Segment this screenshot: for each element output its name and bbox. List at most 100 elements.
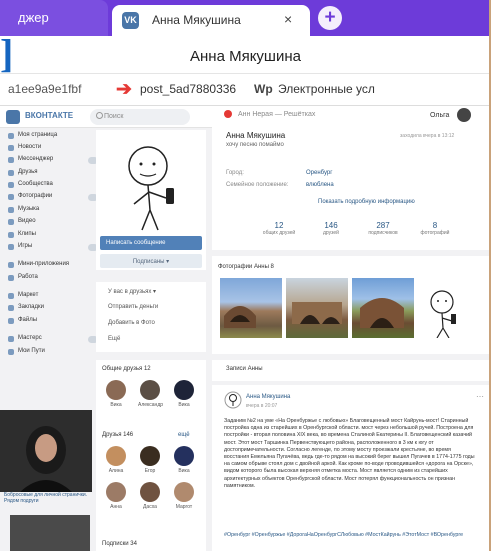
tab-active[interactable]: VK Анна Мякушина × [112,5,310,36]
sidebar-item-label: Мини-приложения [18,261,70,267]
common-friends-title[interactable]: Общие друзья 12 [102,366,151,372]
avatar[interactable] [224,391,242,409]
close-icon[interactable]: × [284,11,292,27]
sidebar-item-label: Игры [18,243,33,249]
bookmark-electronic[interactable]: Электронные усл [278,82,375,96]
bridge-image [292,302,342,324]
photo-thumb-1[interactable] [220,278,282,338]
friend-name[interactable]: Вика [172,402,196,408]
avatar[interactable] [174,380,194,400]
avatar[interactable] [140,380,160,400]
photo-thumb-3[interactable] [352,278,414,338]
relationship-value[interactable]: влюблена [306,182,334,188]
counter-label: друзей [323,230,339,236]
left-photo-2[interactable] [10,515,90,551]
arrow-right-icon: ➔ [116,79,132,100]
friends-more-link[interactable]: ещё [178,432,190,438]
subscribed-button[interactable]: Подписаны ▾ [100,254,202,268]
bookmark-hash[interactable]: a1ee9a9e1fbf [8,82,81,96]
counter-label: фотографий [420,230,450,236]
city-value[interactable]: Оренбург [306,170,332,176]
bridge-image [360,298,404,328]
friend-name[interactable]: Вика [172,468,196,474]
vk-logo-icon[interactable] [6,110,20,124]
menu-item-icon [8,194,14,200]
add-photo-action[interactable]: Добавить в Фото [108,320,155,326]
sidebar-item-label: Фотографии [18,193,53,199]
sidebar-item-label: Мастерс [18,335,42,341]
more-action[interactable]: Ещё [108,336,120,342]
friend-name[interactable]: Маргот [172,504,196,510]
search-input[interactable]: Поиск [90,109,190,125]
post-date[interactable]: вчера в 20:07 [246,403,277,409]
sidebar-item-label: Мои Пути [18,348,45,354]
friend-name[interactable]: Алина [104,468,128,474]
avatar[interactable] [140,482,160,502]
portrait-image [20,426,72,492]
sidebar-item-label: Маркет [18,292,39,298]
photo-thumb-2[interactable] [286,278,348,338]
avatar[interactable] [457,108,471,122]
notification-icon[interactable] [224,110,232,118]
audio-player[interactable]: Анн Нерая — Решётках [238,111,315,118]
menu-item-icon [8,145,14,151]
online-status: заходила вчера в 13:12 [400,133,455,139]
friend-name[interactable]: Егор [138,468,162,474]
left-photo-portrait[interactable] [0,410,92,492]
avatar[interactable] [140,446,160,466]
send-message-button[interactable]: Написать сообщение [100,236,202,250]
search-icon [96,112,103,119]
counter-label: общих друзей [262,230,296,236]
friend-name[interactable]: Дасха [138,504,162,510]
tab-title: Анна Мякушина [152,13,241,27]
user-menu-name[interactable]: Ольга [430,112,449,119]
tab-previous[interactable]: джер [0,0,108,36]
menu-item-icon [8,305,14,311]
photo-thumb-4[interactable] [418,278,472,339]
post-hashtags[interactable]: #Оренбург #Оренбуржье #ДорогаНаОренбургС… [224,532,476,539]
sidebar-item-label: Работа [18,274,38,280]
counter-value: 12 [274,221,284,230]
new-tab-button[interactable]: + [318,6,342,30]
friend-name[interactable]: Александр [138,402,163,408]
avatar[interactable] [174,482,194,502]
friend-name[interactable]: Анна [104,504,128,510]
avatar[interactable] [106,446,126,466]
friend-name[interactable]: Вика [104,402,128,408]
wall-title[interactable]: Записи Анны [226,366,263,372]
bookmark-post[interactable]: post_5ad7880336 [140,82,236,96]
avatar-stickman-drawing [128,146,174,231]
counter-value: 287 [376,221,390,230]
stickman-image [430,290,456,339]
sidebar-item-label: Клипы [18,231,36,237]
left-photo-caption[interactable]: Бобросовые для личной странички. Рядом п… [4,492,90,504]
sidebar-item-label: Музыка [18,206,40,212]
bridge-image [224,306,256,328]
menu-item-icon [8,318,14,324]
profile-name: Анна Мякушина [226,131,286,140]
post-author[interactable]: Анна Мякушина [246,394,290,400]
friends-title[interactable]: Друзья 146 [102,432,133,438]
relationship-label: Семейное положение: [226,182,289,188]
vk-brand[interactable]: ВКОНТАКТЕ [25,111,73,120]
subscriptions-title[interactable]: Подписки 34 [102,541,137,547]
post-menu-icon[interactable]: ⋯ [476,392,484,401]
avatar[interactable] [174,446,194,466]
sidebar-item-label: Файлы [18,317,38,323]
profile-counter[interactable]: 12 общих друзей [256,221,302,236]
profile-counter[interactable]: 8 фотографий [412,221,458,236]
send-money-action[interactable]: Отправить деньги [108,304,158,310]
screenshot-stage: { "browser": { "tab_left_label": "джер",… [0,0,491,551]
profile-counter[interactable]: 146 друзей [308,221,354,236]
city-label: Город: [226,170,244,176]
avatar[interactable] [106,482,126,502]
menu-item-icon [8,157,14,163]
vk-favicon-icon: VK [122,12,139,29]
photos-title[interactable]: Фотографии Анны 8 [218,264,274,270]
menu-item-icon [8,219,14,225]
show-more-info-link[interactable]: Показать подробную информацию [318,199,415,205]
sidebar-item-label: Мессенджер [18,156,54,162]
avatar[interactable] [106,380,126,400]
friends-status-action[interactable]: У вас в друзьях ▾ [108,288,156,295]
profile-counter[interactable]: 287 подписчиков [360,221,406,236]
